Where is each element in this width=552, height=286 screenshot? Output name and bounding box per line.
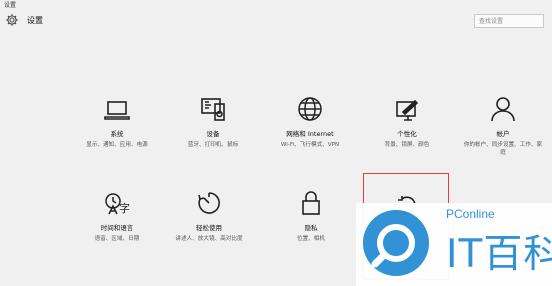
tile-devices-desc: 蓝牙、打印机、鼠标: [187, 142, 239, 148]
settings-header: 设置: [4, 12, 43, 28]
tile-ease-of-access-label: 轻松使用: [196, 224, 222, 232]
tile-accounts-label: 帐户: [496, 130, 510, 138]
tile-network-desc: Wi-Fi、飞行模式、VPN: [280, 142, 340, 148]
globe-icon: [269, 92, 351, 122]
tile-privacy-label: 隐私: [304, 224, 318, 232]
devices-icon: [172, 92, 254, 122]
paint-icon: [366, 92, 448, 122]
pconline-watermark: PConline IT百科: [356, 203, 552, 286]
tile-system[interactable]: 系统 显示、通知、应用、电源: [76, 92, 158, 149]
pconline-logo-icon: [363, 210, 429, 276]
watermark-brand-big: IT百科: [446, 232, 552, 277]
tile-time-language-label: 时间和语言: [100, 224, 134, 232]
tile-time-language[interactable]: 字 时间和语言 语音、区域、日期: [76, 186, 158, 243]
language-icon: 字: [76, 186, 158, 216]
tile-privacy-desc: 位置、相机: [297, 236, 325, 242]
tile-accounts-desc: 你的帐户、同步设置、工作、家庭: [463, 142, 543, 156]
tile-personalization-desc: 背景、锁屏、颜色: [384, 142, 430, 148]
tile-devices[interactable]: 设备 蓝牙、打印机、鼠标: [172, 92, 254, 149]
tile-system-label: 系统: [110, 130, 124, 138]
tile-time-language-desc: 语音、区域、日期: [94, 236, 140, 242]
page-title: 设置: [27, 15, 43, 25]
tile-network[interactable]: 网络和 Internet Wi-Fi、飞行模式、VPN: [269, 92, 351, 149]
tile-personalization-label: 个性化: [397, 130, 417, 138]
person-icon: [462, 92, 544, 122]
laptop-icon: [76, 92, 158, 122]
search-input[interactable]: [479, 15, 543, 27]
tile-system-desc: 显示、通知、应用、电源: [86, 142, 148, 148]
lock-icon: [270, 186, 352, 216]
tile-accounts[interactable]: 帐户 你的帐户、同步设置、工作、家庭: [462, 92, 544, 157]
svg-text:字: 字: [119, 201, 130, 215]
tile-network-label: 网络和 Internet: [286, 130, 334, 138]
window-title: 设置: [4, 2, 17, 9]
tile-personalization[interactable]: 个性化 背景、锁屏、颜色: [366, 92, 448, 149]
tile-ease-of-access-desc: 讲述人、放大镜、高对比度: [175, 236, 243, 242]
tile-devices-label: 设备: [206, 130, 220, 138]
search-box[interactable]: [474, 14, 544, 28]
watermark-brand-small: PConline: [446, 207, 495, 221]
timer-icon: [168, 186, 250, 216]
tile-ease-of-access[interactable]: 轻松使用 讲述人、放大镜、高对比度: [168, 186, 250, 243]
gear-icon: [4, 12, 20, 28]
tile-privacy[interactable]: 隐私 位置、相机: [270, 186, 352, 243]
